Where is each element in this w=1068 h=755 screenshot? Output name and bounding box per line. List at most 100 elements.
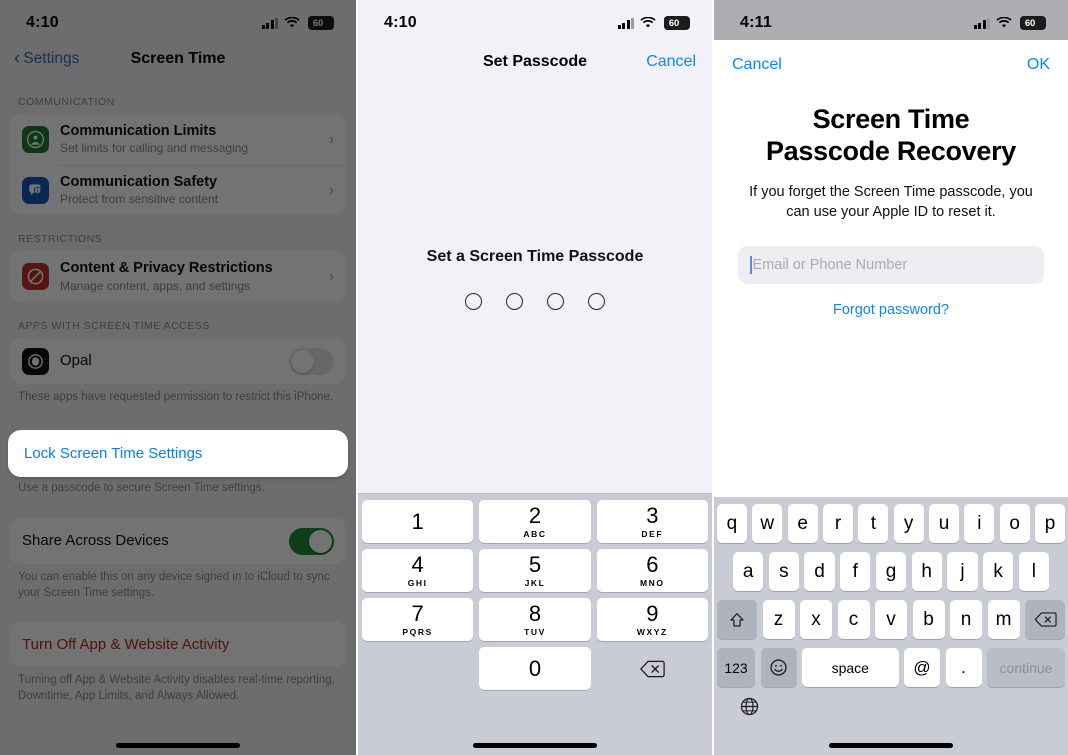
key-r[interactable]: r xyxy=(823,504,853,543)
status-bar: 4:10 60 xyxy=(0,0,356,40)
row-communication-limits[interactable]: Communication Limits Set limits for call… xyxy=(10,114,346,165)
shift-icon[interactable] xyxy=(717,600,757,639)
keypad-key-5[interactable]: 5 JKL xyxy=(479,549,591,592)
nav-bar: Set Passcode Cancel xyxy=(358,40,712,84)
keypad-digit: 4 xyxy=(411,551,424,577)
key-g[interactable]: g xyxy=(875,552,907,591)
forgot-password-link[interactable]: Forgot password? xyxy=(714,302,1068,318)
status-bar-indicators: 60 xyxy=(261,16,334,30)
key-j[interactable]: j xyxy=(947,552,978,591)
space-key[interactable]: space xyxy=(802,648,899,687)
cancel-button[interactable]: Cancel xyxy=(646,53,696,71)
globe-icon[interactable] xyxy=(717,696,1065,717)
row-communication-safety[interactable]: Communication Safety Protect from sensit… xyxy=(10,164,346,216)
key-x[interactable]: x xyxy=(800,600,832,639)
section-communication: Communication Limits Set limits for call… xyxy=(10,114,346,216)
row-content-privacy-restrictions[interactable]: Content & Privacy Restrictions Manage co… xyxy=(10,251,346,302)
numbers-key[interactable]: 123 xyxy=(717,648,755,687)
keypad-digit: 3 xyxy=(646,502,659,528)
key-a[interactable]: a xyxy=(733,552,764,591)
keyboard-row-4: 123 space @ . continue xyxy=(717,648,1065,687)
key-l[interactable]: l xyxy=(1018,552,1049,591)
appleid-field[interactable]: Email or Phone Number xyxy=(738,246,1044,285)
keypad-key-8[interactable]: 8 TUV xyxy=(479,598,591,641)
cancel-button[interactable]: Cancel xyxy=(732,56,782,74)
keypad-key-3[interactable]: 3 DEF xyxy=(596,500,708,543)
screenshot-stage: 4:10 60 ‹ Settings Screen Time COMMUNICA… xyxy=(0,0,1068,755)
panel-set-passcode: 4:10 60 Set Passcode Cancel Set a Screen… xyxy=(356,0,712,755)
emoji-icon[interactable] xyxy=(760,648,797,687)
row-title: Content & Privacy Restrictions xyxy=(60,260,273,277)
opal-app-icon xyxy=(22,347,49,375)
section-share-across-devices: Share Across Devices xyxy=(10,518,346,565)
ok-button[interactable]: OK xyxy=(1027,56,1050,74)
at-key[interactable]: @ xyxy=(904,648,940,687)
row-title: Communication Limits xyxy=(60,123,217,139)
key-m[interactable]: m xyxy=(987,600,1020,639)
key-z[interactable]: z xyxy=(762,600,795,639)
keypad-row: 1 2 ABC 3 DEF xyxy=(362,500,708,543)
panel-passcode-recovery: 4:11 60 Cancel OK Screen Time Passcode R… xyxy=(712,0,1068,755)
row-share-across-devices[interactable]: Share Across Devices xyxy=(10,518,346,564)
footnote-turn-off-activity: Turning off App & Website Activity disab… xyxy=(18,674,335,702)
keypad-key-1[interactable]: 1 xyxy=(362,500,474,543)
footnote-apps-with-access: These apps have requested permission to … xyxy=(18,391,334,404)
keyboard-row-2: a s d f g h j k l xyxy=(717,552,1065,591)
keypad-key-6[interactable]: 6 MNO xyxy=(596,549,708,592)
key-c[interactable]: c xyxy=(837,600,870,639)
keypad-key-7[interactable]: 7 PQRS xyxy=(362,598,474,641)
keypad-digit: 2 xyxy=(528,502,542,528)
share-across-devices-toggle[interactable] xyxy=(289,527,334,555)
key-h[interactable]: h xyxy=(911,552,942,591)
onscreen-keyboard: q w e r t y u i o p a s d f g h j k l z … xyxy=(714,497,1068,755)
key-u[interactable]: u xyxy=(929,504,959,543)
footnote-share-across-devices: You can enable this on any device signed… xyxy=(18,571,330,599)
key-v[interactable]: v xyxy=(875,600,907,639)
keypad-digit: 9 xyxy=(646,600,659,626)
opal-toggle[interactable] xyxy=(289,347,334,375)
keypad-key-2[interactable]: 2 ABC xyxy=(479,500,591,543)
lock-screen-time-settings-button[interactable]: Lock Screen Time Settings xyxy=(10,431,346,475)
panel-screen-time-settings: 4:10 60 ‹ Settings Screen Time COMMUNICA… xyxy=(0,0,356,755)
home-indicator xyxy=(116,743,240,748)
keypad-digit: 6 xyxy=(646,551,659,577)
keypad-digit: 8 xyxy=(528,600,542,626)
keypad-row: 7 PQRS 8 TUV 9 WXYZ xyxy=(362,598,708,641)
row-turn-off-app-website-activity[interactable]: Turn Off App & Website Activity xyxy=(10,621,346,667)
keypad-key-9[interactable]: 9 WXYZ xyxy=(596,598,708,641)
key-w[interactable]: w xyxy=(752,504,783,543)
status-bar-indicators: 60 xyxy=(617,16,690,30)
status-bar: 4:10 60 xyxy=(358,0,712,40)
key-e[interactable]: e xyxy=(787,504,818,543)
key-p[interactable]: p xyxy=(1035,504,1065,543)
keypad-delete-button[interactable] xyxy=(597,647,708,690)
keypad-letters: WXYZ xyxy=(636,626,668,637)
key-f[interactable]: f xyxy=(840,552,871,591)
passcode-dot xyxy=(547,293,564,310)
key-q[interactable]: q xyxy=(717,504,747,543)
key-y[interactable]: y xyxy=(893,504,924,543)
wifi-icon xyxy=(640,17,656,29)
page-title: Screen Time xyxy=(130,50,226,67)
period-key[interactable]: . xyxy=(945,648,982,687)
battery-indicator: 60 xyxy=(664,16,690,30)
keypad-key-0[interactable]: 0 xyxy=(479,647,591,690)
nav-bar: ‹ Settings Screen Time xyxy=(0,40,356,78)
row-opal[interactable]: Opal xyxy=(10,338,346,384)
delete-icon[interactable] xyxy=(1025,600,1065,639)
wifi-icon xyxy=(284,17,300,29)
continue-key[interactable]: continue xyxy=(987,648,1065,687)
key-i[interactable]: i xyxy=(964,504,995,543)
key-d[interactable]: d xyxy=(804,552,835,591)
key-k[interactable]: k xyxy=(983,552,1014,591)
chevron-right-icon: › xyxy=(329,268,334,286)
key-t[interactable]: t xyxy=(858,504,889,543)
key-b[interactable]: b xyxy=(912,600,945,639)
key-s[interactable]: s xyxy=(768,552,799,591)
key-n[interactable]: n xyxy=(950,600,982,639)
passcode-dot xyxy=(465,293,482,310)
keypad-key-4[interactable]: 4 GHI xyxy=(362,549,474,592)
sheet-title-line-2: Passcode Recovery xyxy=(765,135,1017,166)
keypad-letters: MNO xyxy=(640,577,665,588)
key-o[interactable]: o xyxy=(999,504,1030,543)
